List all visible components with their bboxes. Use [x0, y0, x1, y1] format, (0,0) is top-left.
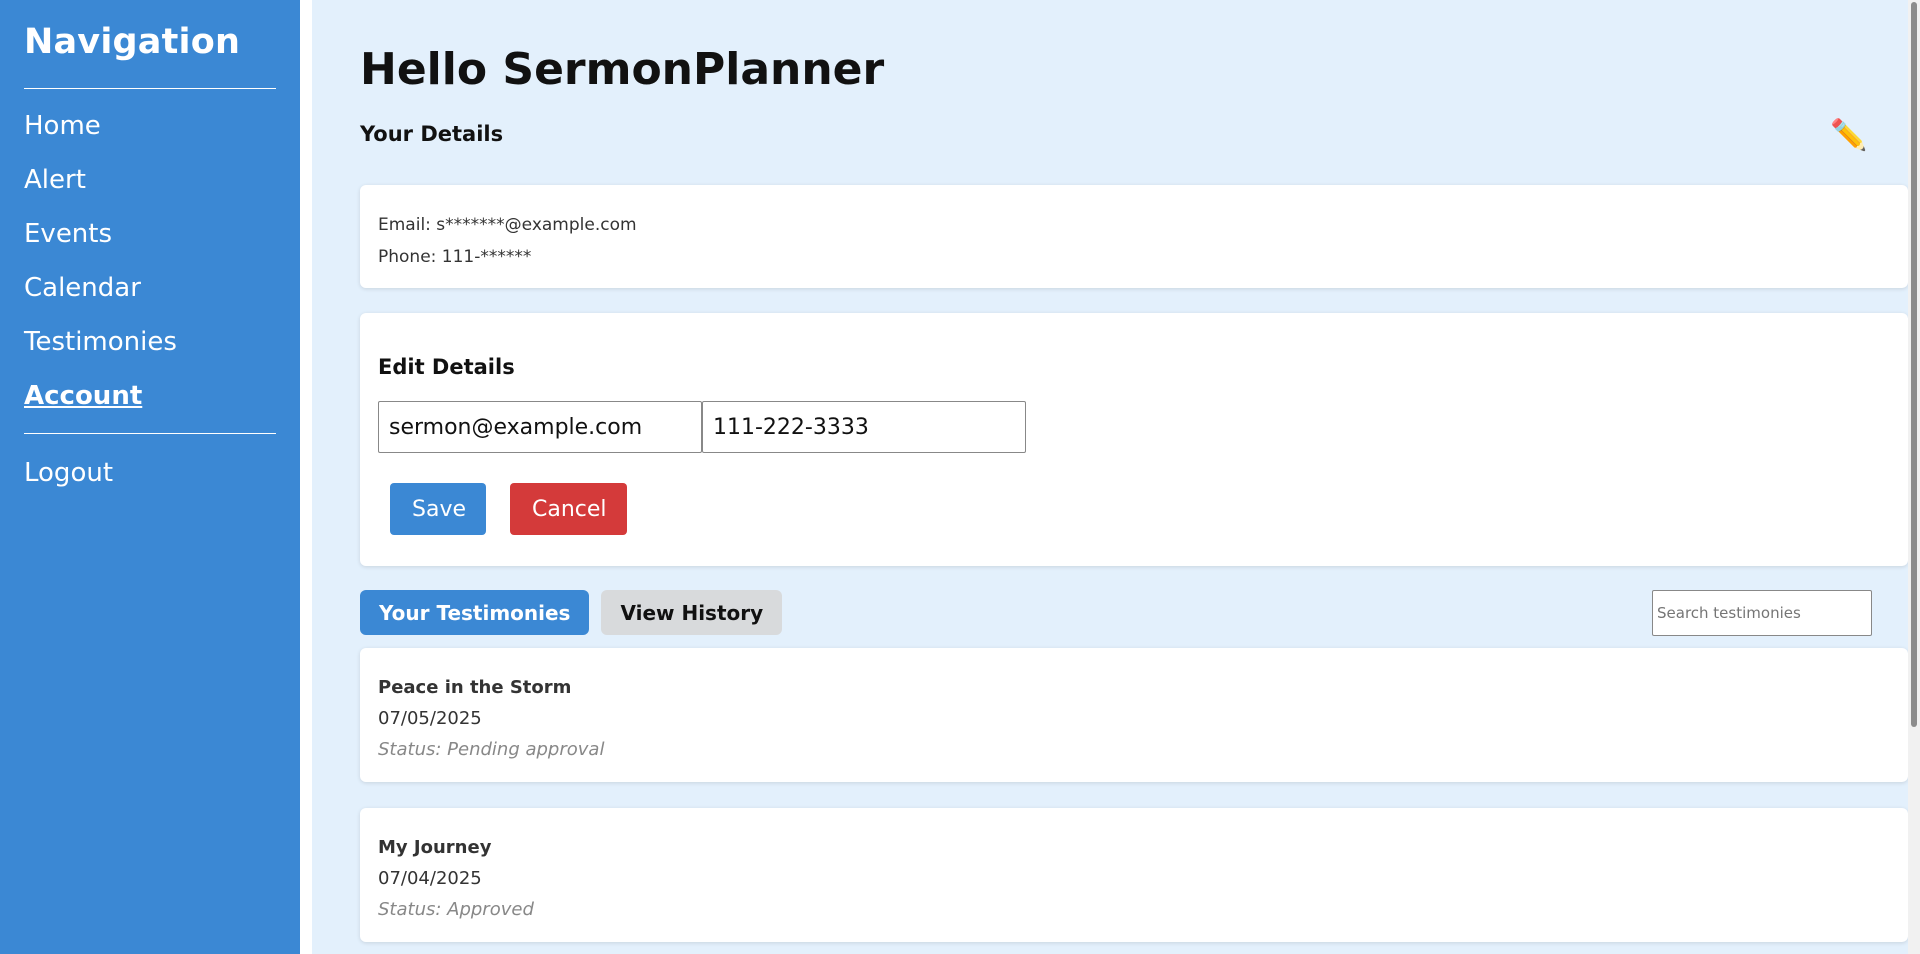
- edit-inputs: [378, 401, 1890, 453]
- sidebar-item-logout[interactable]: Logout: [24, 446, 276, 500]
- search-input[interactable]: [1652, 590, 1872, 636]
- edit-buttons: Save Cancel: [390, 483, 1890, 535]
- cancel-button[interactable]: Cancel: [510, 483, 627, 535]
- sidebar-item-testimonies[interactable]: Testimonies: [24, 315, 276, 369]
- edit-details-heading: Edit Details: [378, 355, 515, 379]
- sidebar-gutter: [300, 0, 312, 954]
- phone-field[interactable]: [702, 401, 1026, 453]
- sidebar: Navigation Home Alert Events Calendar Te…: [0, 0, 300, 954]
- testimony-date: 07/05/2025: [378, 708, 482, 729]
- edit-details-card: Edit Details Save Cancel: [360, 313, 1908, 566]
- details-heading: Your Details: [360, 122, 504, 146]
- details-card: Email: s*******@example.com Phone: 111-*…: [360, 185, 1908, 288]
- testimony-title: My Journey: [378, 837, 492, 858]
- tab-view-history[interactable]: View History: [601, 590, 783, 635]
- sidebar-item-account[interactable]: Account: [24, 369, 276, 423]
- testimony-status: Status: Approved: [378, 899, 534, 920]
- sidebar-item-alert[interactable]: Alert: [24, 153, 276, 207]
- sidebar-item-events[interactable]: Events: [24, 207, 276, 261]
- pencil-icon[interactable]: ✏️: [1830, 118, 1867, 153]
- list-item[interactable]: My Journey 07/04/2025 Status: Approved: [360, 808, 1908, 942]
- list-item[interactable]: Peace in the Storm 07/05/2025 Status: Pe…: [360, 648, 1908, 782]
- save-button[interactable]: Save: [390, 483, 486, 535]
- testimony-tabs: Your Testimonies View History: [360, 590, 783, 635]
- email-field[interactable]: [378, 401, 702, 453]
- phone-display: Phone: 111-******: [378, 247, 532, 267]
- scrollbar[interactable]: [1908, 0, 1920, 954]
- sidebar-item-calendar[interactable]: Calendar: [24, 261, 276, 315]
- email-display: Email: s*******@example.com: [378, 215, 637, 235]
- tab-your-testimonies[interactable]: Your Testimonies: [360, 590, 590, 635]
- scrollbar-thumb[interactable]: [1911, 2, 1917, 727]
- sidebar-divider: [24, 433, 276, 434]
- page-title: Hello SermonPlanner: [360, 44, 885, 95]
- sidebar-title: Navigation: [24, 22, 241, 62]
- testimony-title: Peace in the Storm: [378, 677, 572, 698]
- sidebar-divider: [24, 88, 276, 89]
- testimony-date: 07/04/2025: [378, 868, 482, 889]
- sidebar-item-home[interactable]: Home: [24, 99, 276, 153]
- testimony-status: Status: Pending approval: [378, 739, 605, 760]
